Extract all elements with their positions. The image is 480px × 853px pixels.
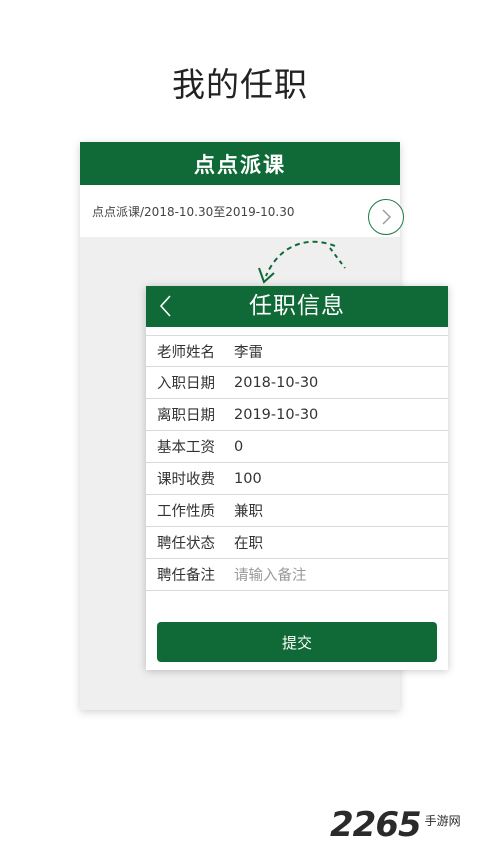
form-row-employment-status[interactable]: 聘任状态 在职 — [146, 527, 448, 559]
watermark-logo: 2265 手游网 — [330, 800, 480, 850]
remarks-input[interactable]: 请输入备注 — [234, 564, 307, 585]
submit-button[interactable]: 提交 — [157, 622, 437, 662]
form-row-base-salary[interactable]: 基本工资 0 — [146, 431, 448, 463]
form-row-teacher-name[interactable]: 老师姓名 李雷 — [146, 335, 448, 367]
hire-date-value: 2018-10-30 — [234, 374, 319, 391]
form-label: 聘任状态 — [157, 536, 215, 552]
form-label: 基本工资 — [157, 440, 215, 456]
watermark-number: 2265 — [330, 805, 422, 845]
form-label: 聘任备注 — [157, 568, 215, 584]
chevron-left-icon[interactable] — [158, 294, 174, 318]
assignment-item-text: 点点派课/2018-10.30至2019-10.30 — [92, 204, 295, 219]
form-label: 入职日期 — [157, 376, 215, 392]
back-card-header: 点点派课 — [80, 142, 400, 185]
work-type-value: 兼职 — [234, 504, 263, 520]
form-label: 老师姓名 — [157, 344, 215, 361]
leave-date-value: 2019-10-30 — [234, 406, 319, 423]
job-info-header: 任职信息 — [146, 286, 448, 327]
form-row-lesson-fee[interactable]: 课时收费 100 — [146, 463, 448, 495]
page-title: 我的任职 — [172, 65, 308, 104]
base-salary-value: 0 — [234, 438, 244, 455]
form-row-remarks[interactable]: 聘任备注 请输入备注 — [146, 559, 448, 591]
watermark-text: 手游网 — [424, 813, 461, 828]
job-info-title: 任职信息 — [249, 293, 345, 319]
chevron-right-icon[interactable] — [368, 199, 404, 235]
lesson-fee-value: 100 — [234, 470, 262, 487]
form-row-work-type[interactable]: 工作性质 兼职 — [146, 495, 448, 527]
form-row-hire-date[interactable]: 入职日期 2018-10-30 — [146, 367, 448, 399]
employment-status-value: 在职 — [234, 536, 263, 552]
teacher-name-value: 李雷 — [234, 344, 263, 361]
form-row-leave-date[interactable]: 离职日期 2019-10-30 — [146, 399, 448, 431]
form-label: 课时收费 — [157, 472, 215, 488]
form-label: 离职日期 — [157, 408, 215, 424]
form-label: 工作性质 — [157, 504, 215, 520]
job-info-form: 老师姓名 李雷 入职日期 2018-10-30 离职日期 2019-10-30 … — [146, 335, 448, 591]
job-info-card: 任职信息 老师姓名 李雷 入职日期 2018-10-30 离职日期 2019-1… — [146, 286, 448, 670]
